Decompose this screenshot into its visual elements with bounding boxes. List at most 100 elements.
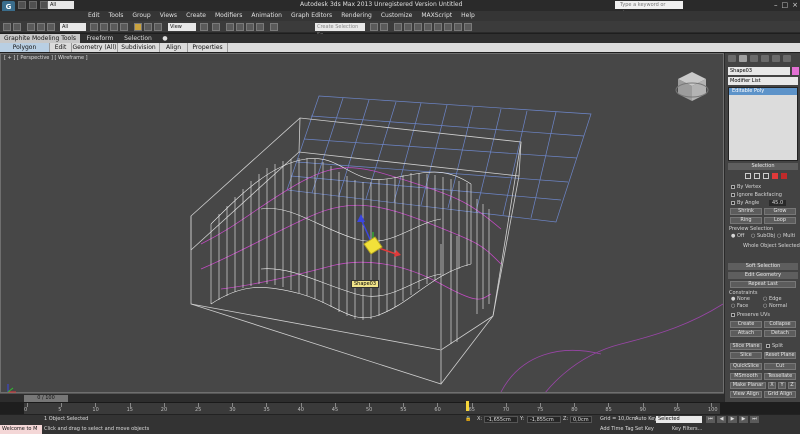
menu-item-tools[interactable]: Tools (109, 12, 124, 19)
menu-item-help[interactable]: Help (461, 12, 475, 19)
attach-button[interactable]: Attach (730, 330, 762, 337)
edge-mode-icon[interactable] (754, 173, 760, 179)
curve-editor-icon[interactable] (414, 23, 422, 31)
menu-item-rendering[interactable]: Rendering (341, 12, 372, 19)
perspective-viewport[interactable]: [ + ] [ Perspective ] [ Wireframe ] Shap… (0, 53, 724, 393)
preview-multi-radio[interactable]: ○ Multi (777, 233, 795, 239)
menu-item-graph-editors[interactable]: Graph Editors (291, 12, 332, 19)
set-key-button[interactable]: Set Key (635, 426, 654, 432)
create-tab-icon[interactable] (728, 55, 736, 62)
angle-spinner[interactable]: 45.0 (769, 200, 787, 206)
border-mode-icon[interactable] (763, 173, 769, 179)
go-to-start-icon[interactable]: ⏮ (706, 416, 715, 423)
planar-x-button[interactable]: X (768, 382, 776, 389)
reference-coord-dropdown[interactable]: View (168, 23, 196, 31)
edit-named-selection-icon[interactable] (270, 23, 278, 31)
maximize-button[interactable]: □ (782, 1, 789, 9)
menu-item-maxscript[interactable]: MAXScript (421, 12, 452, 19)
split-checkbox[interactable] (766, 344, 770, 348)
key-mode-dropdown[interactable]: Selected (656, 416, 702, 423)
y-coordinate-field[interactable]: -1,855cm (527, 416, 561, 423)
pivot-center-icon[interactable] (200, 23, 208, 31)
ring-button[interactable]: Ring (730, 217, 762, 224)
create-button[interactable]: Create (730, 321, 762, 328)
select-rotate-icon[interactable] (144, 23, 152, 31)
undo-icon[interactable] (3, 23, 11, 31)
layer-manager-icon[interactable] (394, 23, 402, 31)
time-slider[interactable]: 0 / 100 (24, 395, 68, 402)
by-angle-checkbox[interactable] (731, 201, 735, 205)
display-tab-icon[interactable] (772, 55, 780, 62)
z-coordinate-field[interactable]: 0,0cm (570, 416, 592, 423)
auto-key-button[interactable]: Auto Key (635, 416, 657, 422)
percent-snap-icon[interactable] (246, 23, 254, 31)
constraint-normal-radio[interactable]: ○ Normal (763, 303, 787, 309)
go-to-end-icon[interactable]: ⏭ (750, 416, 759, 423)
maxscript-listener[interactable]: Welcome to M (0, 425, 42, 434)
panel-edit[interactable]: Edit (50, 43, 72, 52)
schematic-view-icon[interactable] (424, 23, 432, 31)
new-icon[interactable] (18, 1, 26, 9)
angle-snap-icon[interactable] (236, 23, 244, 31)
snaps-toggle-icon[interactable] (226, 23, 234, 31)
time-slider-track[interactable]: 0 / 100 (0, 393, 724, 402)
tab-graphite-modeling-tools[interactable]: Graphite Modeling Tools (0, 34, 80, 43)
window-crossing-icon[interactable] (120, 23, 128, 31)
mirror-icon[interactable] (370, 23, 378, 31)
msmooth-button[interactable]: MSmooth (730, 373, 762, 380)
panel-geometry-all[interactable]: Geometry (All) (72, 43, 118, 52)
object-color-swatch[interactable] (792, 67, 799, 75)
loop-button[interactable]: Loop (764, 217, 796, 224)
utilities-tab-icon[interactable] (783, 55, 791, 62)
trackbar[interactable]: 0 5 10 15 20 25 30 35 40 45 50 55 60 65 70 75 80 85 90 95 10… (24, 402, 720, 414)
add-time-tag-button[interactable]: Add Time Tag (600, 426, 634, 432)
element-mode-icon[interactable] (781, 173, 787, 179)
previous-frame-icon[interactable]: ◀ (717, 416, 726, 423)
save-icon[interactable] (40, 1, 48, 9)
preserve-uvs-checkbox[interactable] (731, 313, 735, 317)
render-production-icon[interactable] (464, 23, 472, 31)
by-vertex-checkbox[interactable] (731, 185, 735, 189)
next-frame-icon[interactable]: ▶ (739, 416, 748, 423)
help-search-input[interactable]: Type a keyword or phrase (615, 1, 683, 16)
align-icon[interactable] (380, 23, 388, 31)
select-by-name-icon[interactable] (100, 23, 108, 31)
planar-y-button[interactable]: Y (778, 382, 786, 389)
close-button[interactable]: × (792, 1, 798, 9)
preview-subobj-radio[interactable]: ○ SubObj (751, 233, 775, 239)
workspace-dropdown[interactable]: All (48, 1, 74, 9)
named-selection-input[interactable]: Create Selection Se (315, 23, 365, 38)
constraint-none-radio[interactable]: ● None (731, 296, 750, 302)
modify-tab-icon[interactable] (739, 55, 747, 62)
stack-item-editable-poly[interactable]: Editable Poly (729, 88, 797, 95)
slice-button[interactable]: Slice (730, 352, 762, 359)
tab-selection[interactable]: Selection (120, 34, 156, 43)
play-icon[interactable]: ▶ (728, 416, 737, 423)
minimize-button[interactable]: – (774, 1, 778, 9)
modifier-list-dropdown[interactable]: Modifier List (728, 77, 798, 85)
view-align-button[interactable]: View Align (730, 391, 762, 398)
rollout-soft-selection[interactable]: Soft Selection (728, 263, 798, 270)
grid-align-button[interactable]: Grid Align (764, 391, 796, 398)
tessellate-button[interactable]: Tessellate (764, 373, 796, 380)
select-scale-icon[interactable] (154, 23, 162, 31)
key-marker[interactable] (466, 401, 469, 411)
detach-button[interactable]: Detach (764, 330, 796, 337)
planar-z-button[interactable]: Z (788, 382, 796, 389)
menu-item-group[interactable]: Group (132, 12, 150, 19)
slice-plane-button[interactable]: Slice Plane (730, 343, 762, 350)
select-move-icon[interactable] (134, 23, 142, 31)
x-coordinate-field[interactable]: -1,655cm (484, 416, 518, 423)
spinner-snap-icon[interactable] (256, 23, 264, 31)
preview-off-radio[interactable]: ● Off (731, 233, 744, 239)
rollout-edit-geometry[interactable]: Edit Geometry (728, 272, 798, 279)
motion-tab-icon[interactable] (761, 55, 769, 62)
selection-filter-dropdown[interactable]: All (60, 23, 86, 31)
graphite-toggle-icon[interactable] (404, 23, 412, 31)
viewcube-icon[interactable] (673, 68, 711, 106)
object-name-field[interactable]: Shape03 (728, 67, 790, 75)
open-icon[interactable] (29, 1, 37, 9)
unlink-icon[interactable] (37, 23, 45, 31)
lock-selection-icon[interactable]: 🔒 (465, 416, 471, 422)
menu-item-views[interactable]: Views (160, 12, 177, 19)
